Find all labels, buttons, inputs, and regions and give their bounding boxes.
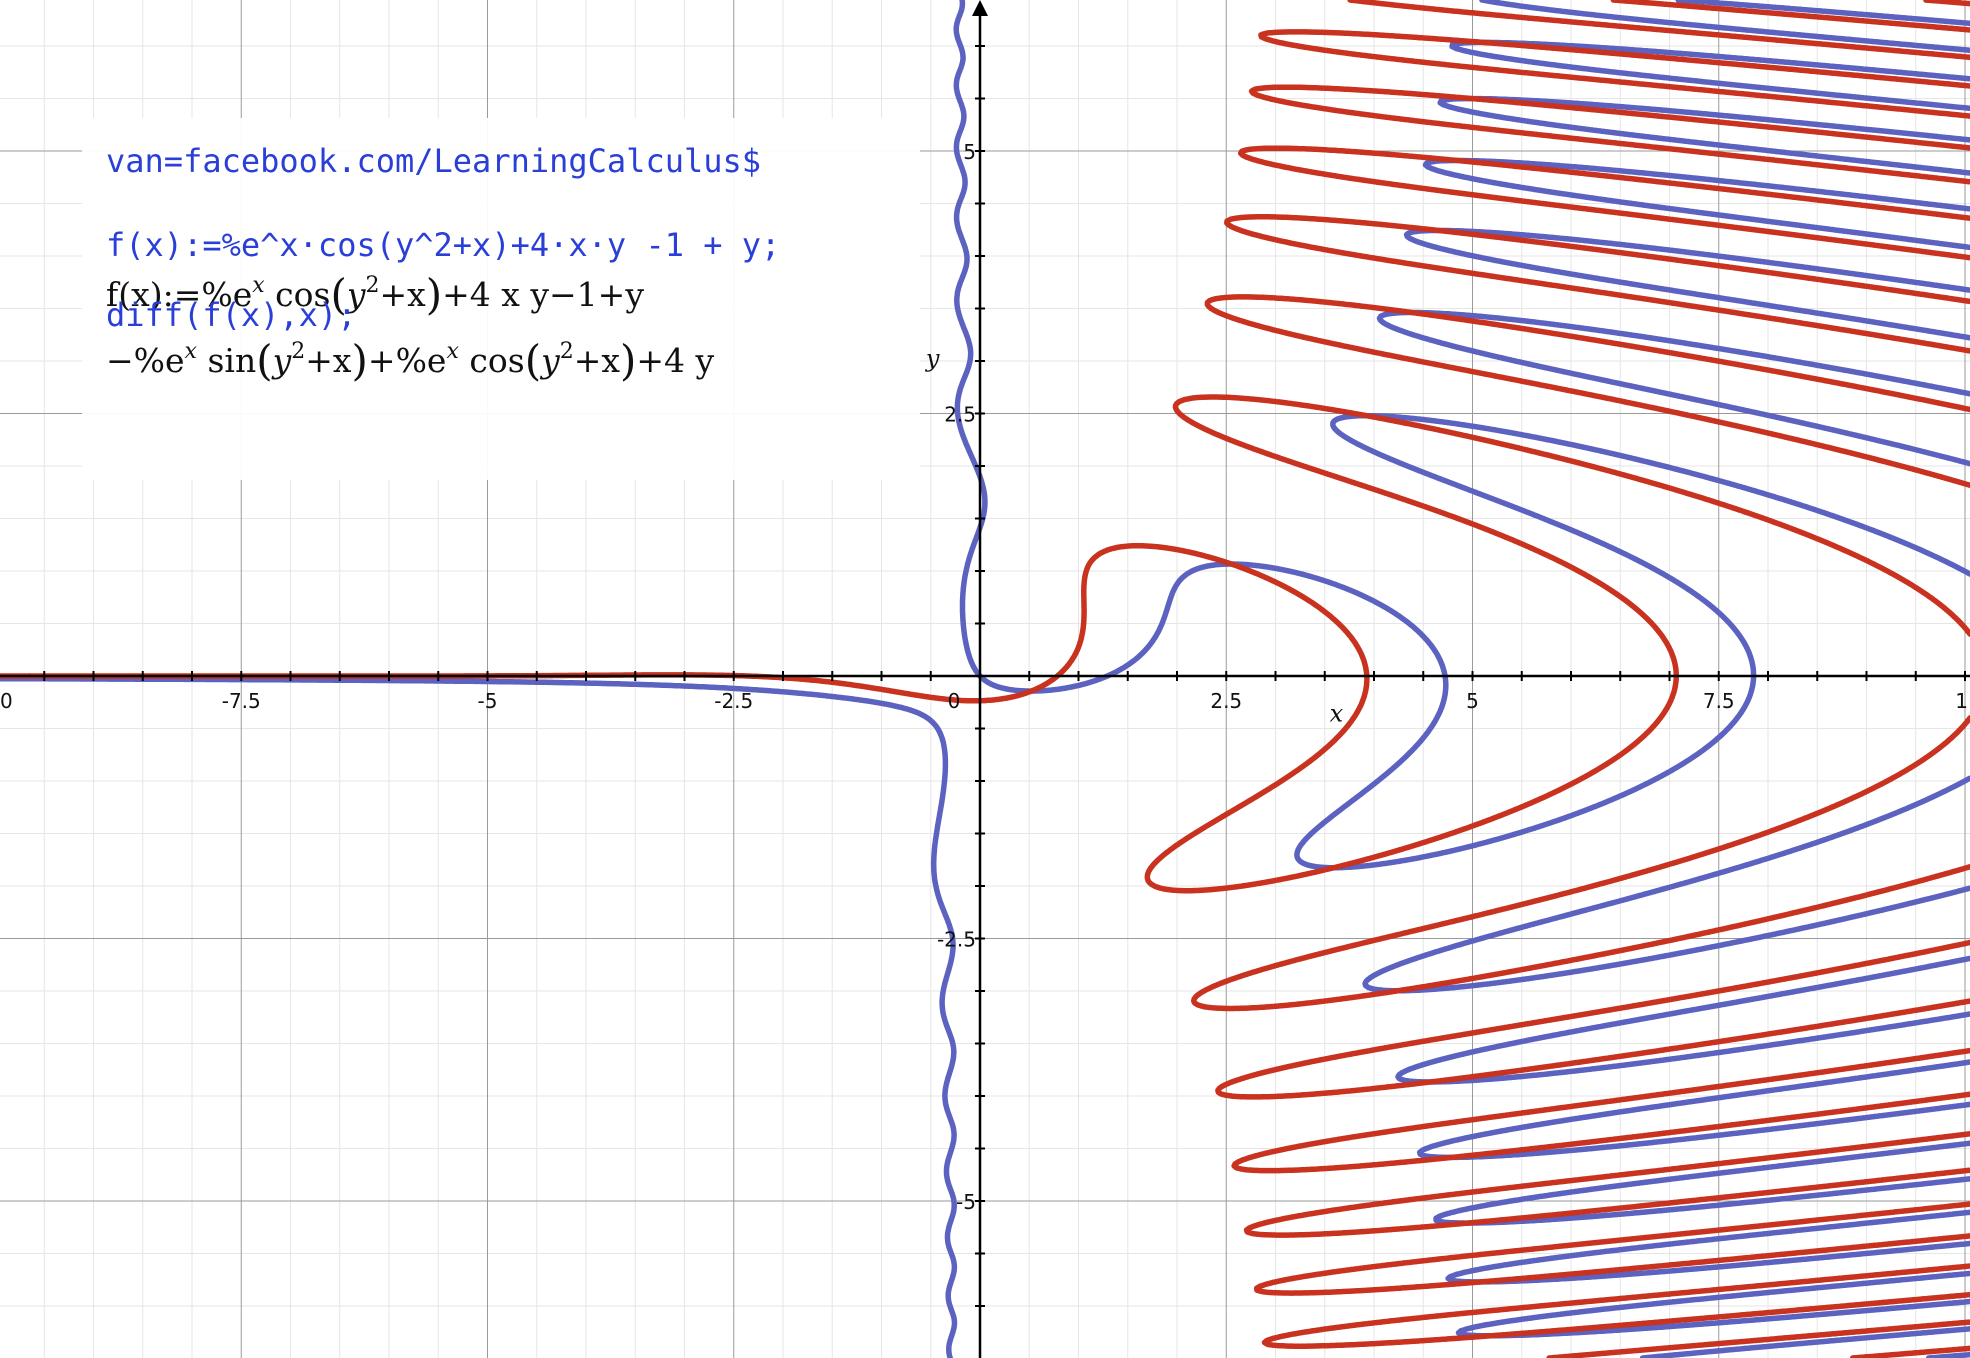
out-d-exp2: x [446, 339, 459, 364]
y-axis-arrow [972, 0, 988, 16]
out-d-lead: − [106, 341, 134, 380]
x-tick-label: 7.5 [1703, 689, 1735, 713]
command-panel: van=facebook.com/LearningCalculus$ f(x):… [82, 118, 920, 480]
out-d-argrest1: +x [305, 341, 352, 380]
y-axis-label: y [925, 344, 940, 372]
x-axis-label: x [1330, 700, 1344, 728]
y-tick-label: -2.5 [937, 928, 976, 952]
out-d-tail: +4 y [636, 341, 715, 380]
out-f-tail: +4 x y−1+y [442, 275, 644, 314]
out-d-argrest2: +x [573, 341, 620, 380]
y-tick-label: -5 [956, 1190, 976, 1214]
y-tick-label: 5 [963, 140, 976, 164]
out-f-argpow: 2 [365, 273, 380, 298]
input-line-define-f: f(x):=%e^x·cos(y^2+x)+4·x·y -1 + y; [106, 226, 781, 264]
x-tick-label: 2.5 [1210, 689, 1242, 713]
out-d-e2: %e [395, 341, 447, 380]
x-tick-label: 1 [1955, 689, 1968, 713]
y-tick-label: 2.5 [944, 403, 976, 427]
input-line-diff: diff(f(x),x); [106, 296, 357, 334]
out-d-func1: sin [207, 341, 257, 380]
x-tick-label: -7.5 [222, 689, 261, 713]
out-d-func2: cos [469, 341, 525, 380]
out-d-argvar1: y [272, 341, 292, 380]
out-d-argpow1: 2 [291, 339, 306, 364]
out-d-argpow2: 2 [559, 339, 574, 364]
out-d-exp1: x [184, 339, 197, 364]
out-d-mid: + [367, 341, 396, 380]
out-f-exp: x [252, 273, 265, 298]
output-line-diff: −%ex sin(y2+x)+%ex cos(y2+x)+4 y [106, 336, 715, 385]
out-f-argrest: +x [379, 275, 426, 314]
out-d-argvar2: y [541, 341, 560, 380]
x-tick-label: -2.5 [714, 689, 753, 713]
input-line-link: van=facebook.com/LearningCalculus$ [106, 142, 762, 180]
x-tick-label: 5 [1466, 689, 1479, 713]
x-tick-label: -5 [478, 689, 498, 713]
x-tick-label: 0 [948, 689, 961, 713]
out-d-e1: %e [133, 341, 185, 380]
x-tick-label: 0 [0, 689, 13, 713]
